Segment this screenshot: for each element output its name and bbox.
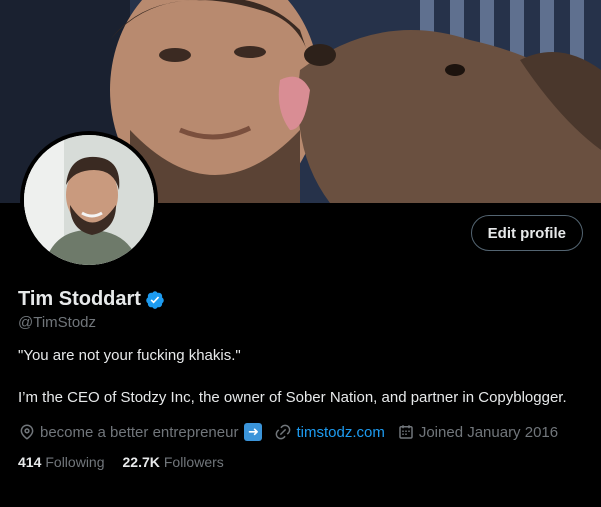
- location-item: become a better entrepreneur ➜: [18, 423, 263, 441]
- followers-count: 22.7K: [122, 454, 160, 470]
- avatar-border[interactable]: [20, 131, 158, 269]
- website-item[interactable]: timstodz.com: [274, 423, 385, 441]
- joined-date: Joined January 2016: [418, 423, 559, 441]
- followers-link[interactable]: 22.7K Followers: [123, 454, 224, 470]
- bio-quote: "You are not your fucking khakis.": [18, 347, 241, 364]
- followers-label: Followers: [163, 454, 224, 470]
- following-count: 414: [18, 454, 42, 470]
- link-icon: [276, 424, 291, 440]
- right-arrow-emoji-icon: ➜: [244, 423, 263, 441]
- name-row: Tim Stoddart: [18, 288, 165, 311]
- bio-description: I’m the CEO of Stodzy Inc, the owner of …: [18, 389, 567, 406]
- website-link[interactable]: timstodz.com: [296, 424, 384, 441]
- handle: @TimStodz: [18, 314, 97, 331]
- follow-stats: 414 Following 22.7K Followers: [18, 454, 242, 470]
- profile-meta: become a better entrepreneur ➜ timstodz.…: [18, 423, 570, 441]
- avatar[interactable]: [24, 135, 154, 265]
- verified-badge-icon[interactable]: [145, 290, 165, 310]
- following-label: Following: [45, 454, 105, 470]
- display-name: Tim Stoddart: [18, 288, 141, 310]
- location-pin-icon: [20, 424, 34, 440]
- calendar-icon: [399, 425, 413, 439]
- avatar-photo: [24, 135, 154, 265]
- edit-profile-button[interactable]: Edit profile: [470, 215, 583, 251]
- following-link[interactable]: 414 Following: [18, 454, 105, 470]
- joined-item: Joined January 2016: [397, 423, 558, 441]
- location-text: become a better entrepreneur: [40, 423, 239, 441]
